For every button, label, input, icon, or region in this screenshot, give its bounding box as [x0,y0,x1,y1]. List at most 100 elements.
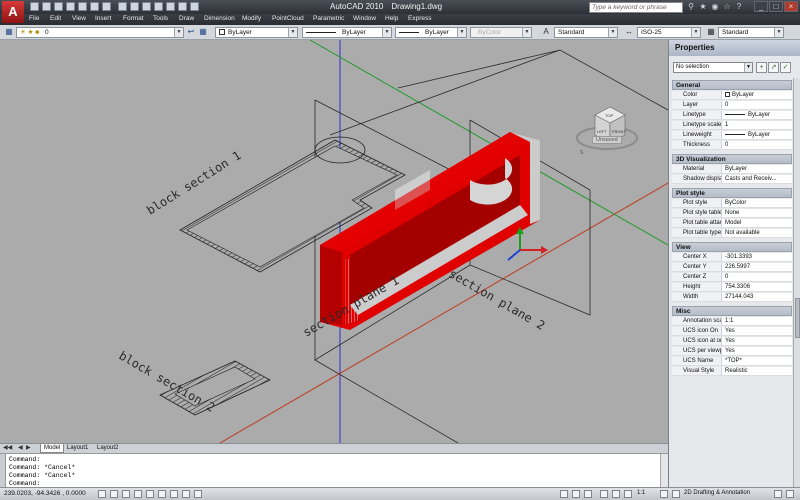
clean-screen-icon[interactable] [786,490,794,498]
object-snap-tracking-icon[interactable] [170,490,178,498]
properties-icon[interactable] [166,2,175,11]
property-value-cell[interactable]: 1 [723,121,792,129]
palette-scrollbar[interactable] [793,78,800,487]
grid-display-icon[interactable] [110,490,118,498]
search-icon[interactable]: ⚲ [686,2,696,12]
menu-edit[interactable]: Edit [50,15,61,22]
property-value-cell[interactable]: Realistic [723,367,792,375]
pan-icon[interactable] [118,2,127,11]
property-value-cell[interactable]: Yes [723,347,792,355]
save-icon[interactable] [54,2,63,11]
drawing-viewport[interactable]: TOP LEFT FRONT S block section 1 section… [0,40,668,443]
quick-select-icon[interactable]: ✓ [780,62,791,73]
zoom-previous-icon[interactable] [154,2,163,11]
property-row[interactable]: Center Y 226.5997 [672,263,792,272]
property-row[interactable]: Center Z0 [672,273,792,282]
workspace-switch-icon[interactable] [672,490,680,498]
application-menu-button[interactable]: A [2,1,24,23]
property-value-cell[interactable]: 27144.043 [723,293,792,301]
annotation-visibility-icon[interactable] [660,490,668,498]
menu-window[interactable]: Window [353,15,376,22]
property-row[interactable]: Lineweight ByLayer [672,131,792,140]
annotation-scale[interactable]: 1:1 [637,490,645,496]
table-style-icon[interactable]: ▦ [706,27,716,37]
property-value-cell[interactable]: -301.3393 [723,253,792,261]
property-value-cell[interactable]: Model [723,219,792,227]
zoom-realtime-icon[interactable] [130,2,139,11]
property-row[interactable]: Layer 0 [672,101,792,110]
favorites-icon[interactable]: ☆ [722,2,732,12]
section-header-general[interactable]: General [672,80,792,90]
menu-draw[interactable]: Draw [179,15,194,22]
property-row[interactable]: Width 27144.043 [672,293,792,302]
command-prompt[interactable]: Command: [9,480,40,487]
property-row[interactable]: UCS icon at originYes [672,337,792,346]
plot-icon[interactable] [102,2,111,11]
property-value-cell[interactable]: 226.5997 [723,263,792,271]
close-button[interactable]: × [784,1,798,12]
property-row[interactable]: Shadow display Casts and Receiv... [672,175,792,184]
property-value-cell[interactable]: *TOP* [723,357,792,365]
view-cube[interactable]: TOP LEFT FRONT S [576,106,638,156]
workspace-switcher[interactable]: 2D Drafting & Annotation [684,490,750,496]
property-row[interactable]: Plot table attac...Model [672,219,792,228]
dim-style-combo[interactable]: ISO-25 ▼ [637,27,701,38]
zoom-status-icon[interactable] [612,490,620,498]
toggle-pickadd-icon[interactable]: + [756,62,767,73]
property-row[interactable]: Material ByLayer [672,165,792,174]
section-header-3d-visualization[interactable]: 3D Visualization [672,154,792,164]
maximize-button[interactable]: □ [769,1,783,12]
menu-parametric[interactable]: Parametric [313,15,344,22]
3d-object-snap-icon[interactable] [158,490,166,498]
property-row[interactable]: Height 754.3306 [672,283,792,292]
lock-icon[interactable] [774,490,782,498]
section-header-misc[interactable]: Misc [672,306,792,316]
menu-format[interactable]: Format [123,15,144,22]
property-value-cell[interactable]: Not available [723,229,792,237]
property-value-cell[interactable]: 754.3306 [723,283,792,291]
property-row[interactable]: Visual Style Realistic [672,367,792,376]
ortho-mode-icon[interactable] [122,490,130,498]
design-center-icon[interactable] [178,2,187,11]
property-row[interactable]: Center X -301.3393 [672,253,792,262]
lineweight-combo[interactable]: ByLayer ▼ [395,27,467,38]
prev-tab-arrow-icon[interactable]: ◀ [18,444,23,451]
save-as-icon[interactable] [66,2,75,11]
property-row[interactable]: UCS per viewportYes [672,347,792,356]
selection-combo[interactable]: No selection ▼ [673,62,753,73]
property-value-cell[interactable]: 0 [723,141,792,149]
zoom-window-icon[interactable] [142,2,151,11]
property-row[interactable]: Linetype ByLayer [672,111,792,120]
tab-layout1[interactable]: Layout1 [64,444,91,453]
menu-file[interactable]: File [29,15,39,22]
menu-pointcloud[interactable]: PointCloud [272,15,304,22]
quick-access-dropdown-icon[interactable] [190,2,199,11]
drawing-canvas[interactable]: TOP LEFT FRONT S block section 1 section… [0,40,668,443]
layer-properties-icon[interactable]: ▦ [4,27,14,37]
menu-dimension[interactable]: Dimension [204,15,235,22]
command-window-grip[interactable] [0,454,6,488]
property-row[interactable]: Annotation scale1:1 [672,317,792,326]
property-value-cell[interactable]: Casts and Receiv... [723,175,792,183]
property-row[interactable]: Plot style table None [672,209,792,218]
communication-center-icon[interactable]: ◉ [710,2,720,12]
menu-tools[interactable]: Tools [153,15,168,22]
quick-view-drawings-icon[interactable] [584,490,592,498]
menu-insert[interactable]: Insert [95,15,111,22]
next-tab-arrow-icon[interactable]: ▶ [26,444,31,451]
property-row[interactable]: Plot style ByColor [672,199,792,208]
linetype-combo[interactable]: ByLayer ▼ [302,27,392,38]
model-space-icon[interactable] [560,490,568,498]
layer-previous-icon[interactable]: ▦ [198,27,208,37]
polar-tracking-icon[interactable] [134,490,142,498]
section-header-view[interactable]: View [672,242,792,252]
table-style-combo[interactable]: Standard ▼ [718,27,784,38]
tab-model[interactable]: Model [40,444,65,453]
dynamic-input-icon[interactable] [194,490,202,498]
property-value-cell[interactable]: Yes [723,337,792,345]
coordinate-readout[interactable]: 239.0203, -94.3426 , 0.0000 [4,490,86,497]
menu-help[interactable]: Help [385,15,398,22]
dim-style-icon[interactable]: ↔ [624,27,634,37]
section-header-plot-style[interactable]: Plot style [672,188,792,198]
scrollbar-thumb[interactable] [795,298,800,338]
